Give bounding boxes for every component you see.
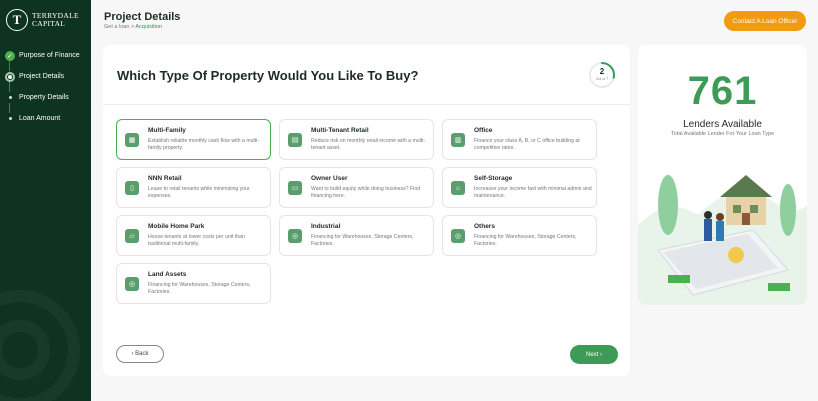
house-deal-illustration: [638, 175, 807, 305]
contact-loan-officer-button[interactable]: Contact A Loan Officer: [724, 11, 806, 31]
brand-logo[interactable]: T TERRYDALE CAPITAL: [6, 9, 79, 31]
retail-icon: ▯: [125, 181, 139, 195]
property-card-office[interactable]: ▥ Office Finance your class A, B, or C off…: [442, 119, 597, 160]
breadcrumb-current: Acquisition: [135, 24, 162, 30]
property-card-others[interactable]: ◎ Others Financing for Warehouses, Storage…: [442, 215, 597, 256]
page-title: Project Details: [104, 11, 181, 23]
current-step-icon: [5, 71, 15, 82]
property-card-multi-family[interactable]: ▦ Multi-Family Establish reliable monthly …: [116, 119, 271, 160]
breadcrumb-root[interactable]: Get a loan: [104, 24, 129, 30]
sidebar-item-label: Purpose of Finance: [19, 52, 80, 59]
owner-icon: ▭: [288, 181, 302, 195]
divider: [103, 104, 630, 105]
lenders-panel: 761 Lenders Available Total Available Le…: [638, 45, 807, 305]
logo-mark-icon: T: [6, 9, 28, 31]
sidebar-item-property-details[interactable]: Property Details: [5, 92, 80, 103]
property-card-title: Industrial: [311, 223, 341, 230]
apartment-icon: ▦: [125, 133, 139, 147]
property-card-multi-tenant-retail[interactable]: ▤ Multi-Tenant Retail Reduce risk on month…: [279, 119, 434, 160]
progress-current: 2: [599, 67, 605, 76]
step-connector: [9, 103, 10, 113]
property-card-self-storage[interactable]: ⌂ Self-Storage Increases your income fast …: [442, 167, 597, 208]
next-button[interactable]: Next ›: [570, 345, 618, 364]
property-card-description: Want to build equity while doing busines…: [311, 186, 421, 199]
property-card-title: Owner User: [311, 175, 348, 182]
property-card-title: Office: [474, 127, 493, 134]
lenders-subtitle: Total Available Lender For Your Loan Typ…: [670, 131, 775, 137]
storefront-icon: ▤: [288, 133, 302, 147]
property-card-description: Increases your income fast with minimal …: [474, 186, 592, 199]
sidebar-item-label: Property Details: [19, 94, 69, 101]
property-card-title: Multi-Tenant Retail: [311, 127, 369, 134]
property-card-description: Finance your class A, B, or C office bui…: [474, 138, 580, 151]
sidebar: T TERRYDALE CAPITAL ✓ Purpose of Finance…: [0, 0, 91, 401]
lender-count: 761: [687, 69, 758, 113]
property-card-title: Mobile Home Park: [148, 223, 205, 230]
property-card-description: Financing for Warehouses, Storage Center…: [148, 282, 251, 295]
property-card-description: Reduce risk on monthly retail income wit…: [311, 138, 426, 151]
property-card-title: Others: [474, 223, 495, 230]
others-icon: ◎: [451, 229, 465, 243]
property-card-owner-user[interactable]: ▭ Owner User Want to build equity while do…: [279, 167, 434, 208]
property-card-description: Establish reliable monthly cash flow wit…: [148, 138, 259, 151]
property-card-title: Self-Storage: [474, 175, 513, 182]
back-button[interactable]: ‹ Back: [116, 345, 164, 363]
sidebar-item-label: Loan Amount: [19, 115, 61, 122]
storage-icon: ⌂: [451, 181, 465, 195]
property-card-title: Multi-Family: [148, 127, 186, 134]
pending-step-icon: [5, 93, 15, 103]
check-icon: ✓: [5, 50, 15, 61]
lenders-available-label: Lenders Available: [683, 119, 762, 130]
property-card-description: Financing for Warehouses, Storage Center…: [474, 234, 577, 247]
office-icon: ▥: [451, 133, 465, 147]
property-card-description: Lease to retail tenants while minimizing…: [148, 186, 250, 199]
brand-name-line2: CAPITAL: [32, 19, 66, 28]
sidebar-item-loan-amount[interactable]: Loan Amount: [5, 113, 80, 124]
property-card-industrial[interactable]: ◎ Industrial Financing for Warehouses, Sto…: [279, 215, 434, 256]
progress-indicator: 2 Out of 7: [588, 61, 616, 89]
property-card-nnn-retail[interactable]: ▯ NNN Retail Lease to retail tenants while…: [116, 167, 271, 208]
property-card-description: Financing for Warehouses, Storage Center…: [311, 234, 414, 247]
question-title: Which Type Of Property Would You Like To…: [117, 68, 419, 83]
step-connector: [9, 61, 10, 71]
sidebar-item-project-details[interactable]: Project Details: [5, 71, 80, 82]
property-card-title: NNN Retail: [148, 175, 182, 182]
property-card-land-assets[interactable]: ◎ Land Assets Financing for Warehouses, St…: [116, 263, 271, 304]
property-card-description: House tenants at lower costs per unit th…: [148, 234, 245, 247]
breadcrumb: Get a loan > Acquisition: [104, 24, 162, 30]
property-card-title: Land Assets: [148, 271, 187, 278]
property-card-mobile-home-park[interactable]: ▱ Mobile Home Park House tenants at lower …: [116, 215, 271, 256]
header: Project Details Get a loan > Acquisition…: [91, 0, 818, 40]
pending-step-icon: [5, 114, 15, 124]
mobile-home-icon: ▱: [125, 229, 139, 243]
step-list: ✓ Purpose of Finance Project Details Pro…: [5, 50, 80, 134]
property-type-panel: Which Type Of Property Would You Like To…: [103, 45, 630, 376]
step-connector: [9, 82, 10, 92]
brand-name: TERRYDALE CAPITAL: [32, 12, 79, 28]
industrial-icon: ◎: [288, 229, 302, 243]
progress-label: Out of 7: [595, 77, 609, 81]
breadcrumb-separator: >: [130, 24, 135, 30]
sidebar-item-purpose-of-finance[interactable]: ✓ Purpose of Finance: [5, 50, 80, 61]
land-icon: ◎: [125, 277, 139, 291]
sidebar-item-label: Project Details: [19, 73, 65, 80]
